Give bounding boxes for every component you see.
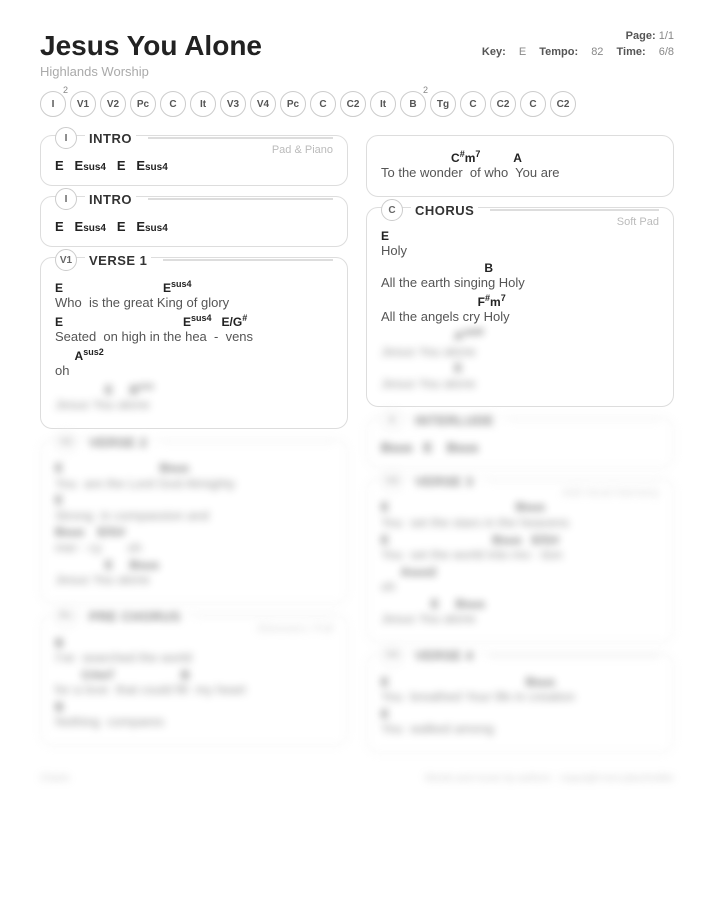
section-chorus: C CHORUS Soft Pad EHoly BAll the earth s… bbox=[366, 207, 674, 407]
arrangement-item[interactable]: V3 bbox=[220, 91, 246, 117]
section-title: VERSE 1 bbox=[85, 253, 151, 268]
left-column: I INTRO Pad & Piano E Esus4 E Esus4 I IN… bbox=[40, 135, 348, 753]
section-title: CHORUS bbox=[411, 203, 478, 218]
section-badge: V3 bbox=[381, 470, 403, 492]
arrangement-item[interactable]: C bbox=[460, 91, 486, 117]
section-badge: V4 bbox=[381, 645, 403, 667]
arrangement-item[interactable]: C2 bbox=[490, 91, 516, 117]
chord-line: Bsus E Bsus bbox=[381, 440, 659, 455]
right-column: C#m7 ATo the wonder of who You are C CHO… bbox=[366, 135, 674, 753]
arrangement-item[interactable]: C bbox=[520, 91, 546, 117]
section-title: INTRO bbox=[85, 192, 136, 207]
section-badge: I bbox=[55, 127, 77, 149]
song-title: Jesus You Alone bbox=[40, 30, 262, 62]
section-title: VERSE 4 bbox=[411, 648, 477, 663]
section-verse-3: V3 VERSE 3 Add Vocal Harmony E BsusYou s… bbox=[366, 478, 674, 642]
header: Jesus You Alone Highlands Worship Page: … bbox=[40, 30, 674, 79]
section-title: INTERLUDE bbox=[411, 413, 498, 428]
arrangement-item[interactable]: V2 bbox=[100, 91, 126, 117]
section-badge: I bbox=[55, 188, 77, 210]
arrangement-item[interactable]: C2 bbox=[550, 91, 576, 117]
section-interlude: It INTERLUDE Bsus E Bsus bbox=[366, 417, 674, 468]
section-intro-2: I INTRO E Esus4 E Esus4 bbox=[40, 196, 348, 247]
arrangement-item[interactable]: C bbox=[310, 91, 336, 117]
section-title: PRE CHORUS bbox=[85, 609, 185, 624]
arrangement-item[interactable]: V4 bbox=[250, 91, 276, 117]
section-badge: V1 bbox=[55, 249, 77, 271]
arrangement-item[interactable]: Tg bbox=[430, 91, 456, 117]
section-pre-chorus: Pc PRE CHORUS Shimmers / Full BI've sear… bbox=[40, 614, 348, 746]
section-verse-1: V1 VERSE 1 E Esus4Who is the great King … bbox=[40, 257, 348, 429]
section-verse-4: V4 VERSE 4 E BsusYou breathed Your life … bbox=[366, 653, 674, 753]
section-badge: V2 bbox=[55, 431, 77, 453]
section-verse-2: V2 VERSE 2 E BsusYou are the Lord God Al… bbox=[40, 439, 348, 603]
footer: Charts Words and music by authors · copy… bbox=[40, 773, 674, 784]
section-note: Soft Pad bbox=[617, 216, 659, 228]
arrangement-bar: I2V1V2PcCItV3V4PcCC2ItB2TgCC2CC2 bbox=[40, 91, 674, 117]
chord-line: E Esus4 E Esus4 bbox=[55, 158, 333, 173]
artist-name: Highlands Worship bbox=[40, 64, 262, 79]
arrangement-item[interactable]: It bbox=[370, 91, 396, 117]
arrangement-item[interactable]: I2 bbox=[40, 91, 66, 117]
arrangement-item[interactable]: C bbox=[160, 91, 186, 117]
arrangement-item[interactable]: C2 bbox=[340, 91, 366, 117]
section-note: Shimmers / Full bbox=[257, 623, 333, 635]
section-title: VERSE 3 bbox=[411, 474, 477, 489]
arrangement-item[interactable]: It bbox=[190, 91, 216, 117]
section-badge: C bbox=[381, 199, 403, 221]
arrangement-item[interactable]: Pc bbox=[130, 91, 156, 117]
section-note: Pad & Piano bbox=[272, 144, 333, 156]
section-badge: It bbox=[381, 409, 403, 431]
section-title: VERSE 2 bbox=[85, 435, 151, 450]
arrangement-item[interactable]: Pc bbox=[280, 91, 306, 117]
section-continuation: C#m7 ATo the wonder of who You are bbox=[366, 135, 674, 197]
section-title: INTRO bbox=[85, 131, 136, 146]
chord-line: E Esus4 E Esus4 bbox=[55, 219, 333, 234]
section-note: Add Vocal Harmony bbox=[562, 487, 659, 499]
section-badge: Pc bbox=[55, 606, 77, 628]
arrangement-item[interactable]: B2 bbox=[400, 91, 426, 117]
section-intro-1: I INTRO Pad & Piano E Esus4 E Esus4 bbox=[40, 135, 348, 186]
song-meta: Page: 1/1 Key: E Tempo: 82 Time: 6/8 bbox=[472, 30, 674, 58]
arrangement-item[interactable]: V1 bbox=[70, 91, 96, 117]
